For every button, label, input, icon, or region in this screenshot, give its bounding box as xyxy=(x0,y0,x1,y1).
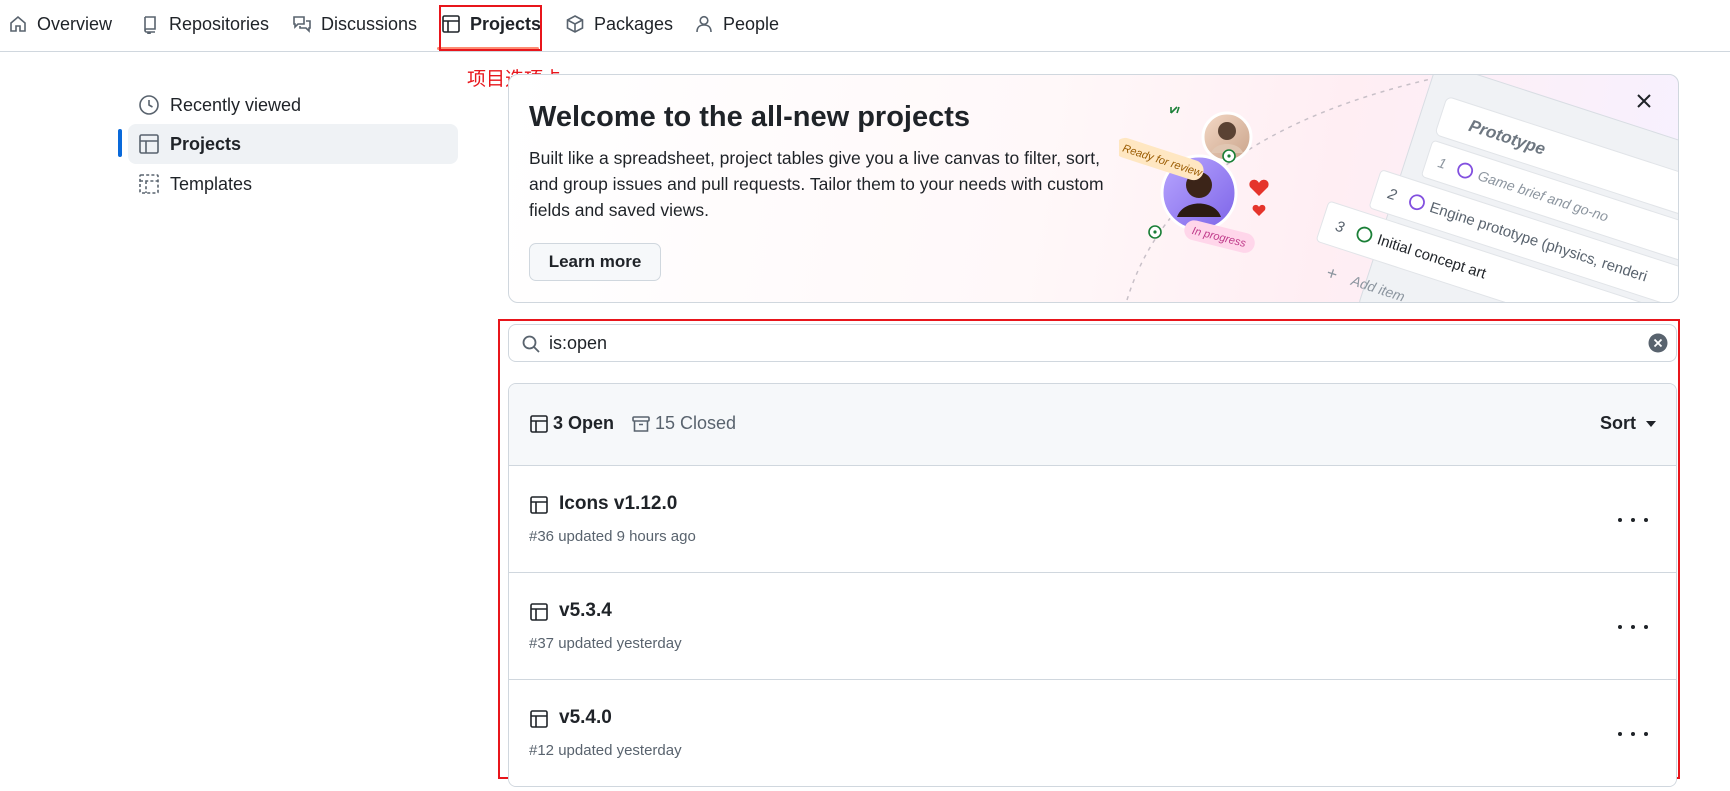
template-icon xyxy=(139,174,159,194)
project-title-link[interactable]: v5.3.4 xyxy=(559,600,612,622)
table-icon xyxy=(530,603,548,621)
nav-tab-label: People xyxy=(723,13,780,34)
table-icon xyxy=(530,496,548,514)
project-meta: #36 updated 9 hours ago xyxy=(529,528,696,545)
close-icon[interactable] xyxy=(1632,89,1656,113)
closed-projects-filter[interactable]: 15 Closed xyxy=(631,413,736,434)
welcome-banner: Welcome to the all-new projects Built li… xyxy=(508,74,1679,303)
svg-text:+: + xyxy=(1324,262,1340,284)
kebab-menu-icon[interactable] xyxy=(1618,510,1648,530)
nav-tab-label: Discussions xyxy=(321,13,418,34)
open-count-label: 3 Open xyxy=(553,413,615,433)
kebab-menu-icon[interactable] xyxy=(1618,617,1648,637)
discussions-icon xyxy=(293,16,311,33)
search-input[interactable] xyxy=(549,325,1619,361)
project-title-link[interactable]: v5.4.0 xyxy=(559,707,612,729)
table-icon xyxy=(530,710,548,728)
nav-tab-repositories[interactable]: Repositories xyxy=(140,0,269,48)
sidebar-item-label: Projects xyxy=(170,133,242,154)
project-list-header: 3 Open 15 Closed Sort xyxy=(509,384,1676,466)
learn-more-button[interactable]: Learn more xyxy=(529,243,661,281)
clock-icon xyxy=(139,95,159,115)
project-row[interactable]: v5.3.4 #37 updated yesterday xyxy=(509,573,1676,680)
project-meta: #37 updated yesterday xyxy=(529,635,682,652)
nav-tab-overview[interactable]: Overview xyxy=(8,0,112,48)
org-top-nav: Overview Repositories Discussions Projec… xyxy=(0,0,1730,52)
sidebar-item-recently-viewed[interactable]: Recently viewed xyxy=(128,85,458,125)
annotation-box-projects-tab xyxy=(439,5,542,51)
caret-down-icon xyxy=(1646,420,1656,427)
open-projects-filter[interactable]: 3 Open xyxy=(529,413,614,434)
kebab-menu-icon[interactable] xyxy=(1618,724,1648,744)
nav-tab-label: Repositories xyxy=(169,13,270,34)
sidebar-item-templates[interactable]: Templates xyxy=(128,164,458,204)
table-icon xyxy=(139,134,159,154)
sidebar-item-label: Recently viewed xyxy=(170,94,302,115)
sort-label: Sort xyxy=(1600,413,1636,433)
home-icon xyxy=(10,15,26,32)
sidebar-item-projects[interactable]: Projects xyxy=(128,124,458,164)
banner-body: Built like a spreadsheet, project tables… xyxy=(529,148,1104,220)
project-row[interactable]: v5.4.0 #12 updated yesterday xyxy=(509,680,1676,786)
nav-tab-discussions[interactable]: Discussions xyxy=(292,0,417,48)
banner-title: Welcome to the all-new projects xyxy=(529,101,971,133)
project-search-bar xyxy=(508,324,1677,362)
projects-illustration: Prototype 1 Game brief and go-no 2 Engin… xyxy=(1119,75,1678,302)
sort-dropdown[interactable]: Sort xyxy=(1600,413,1656,434)
nav-tab-label: Overview xyxy=(37,13,113,34)
sidebar-active-indicator xyxy=(118,129,122,157)
search-icon xyxy=(522,335,540,353)
project-row[interactable]: Icons v1.12.0 #36 updated 9 hours ago xyxy=(509,466,1676,573)
repo-icon xyxy=(144,16,156,34)
archive-icon xyxy=(632,415,650,432)
nav-tab-people[interactable]: People xyxy=(694,0,779,48)
clear-search-icon[interactable] xyxy=(1648,333,1668,353)
package-icon xyxy=(566,15,584,33)
table-icon xyxy=(530,414,548,433)
sidebar-item-label: Templates xyxy=(170,173,253,194)
project-list: 3 Open 15 Closed Sort Icons v1.12.0 #36 … xyxy=(508,383,1677,787)
person-icon xyxy=(696,15,712,33)
project-meta: #12 updated yesterday xyxy=(529,742,682,759)
nav-tab-packages[interactable]: Packages xyxy=(565,0,673,48)
closed-count-label: 15 Closed xyxy=(655,413,737,433)
nav-tab-label: Packages xyxy=(594,13,674,34)
project-title-link[interactable]: Icons v1.12.0 xyxy=(559,493,677,515)
